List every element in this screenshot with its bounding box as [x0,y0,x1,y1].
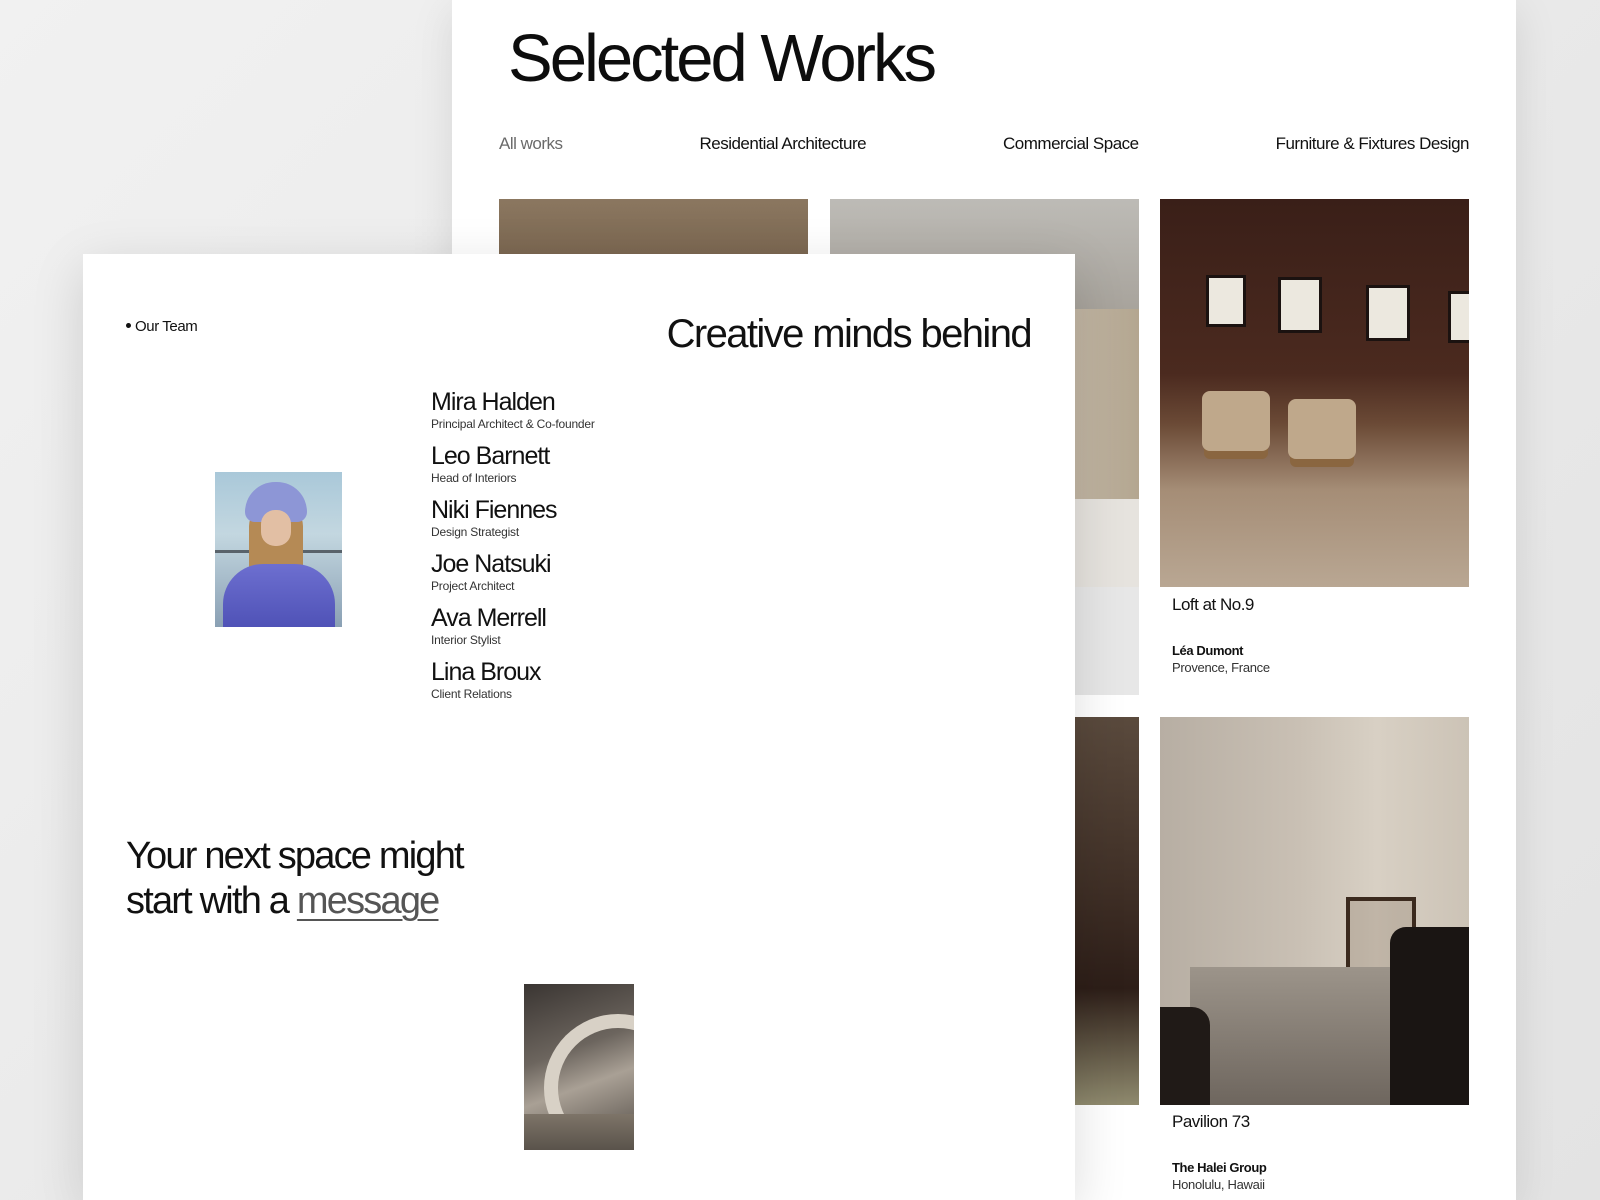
portrait-coat [223,564,335,627]
project-client: The Halei Group [1172,1160,1267,1175]
team-member[interactable]: Joe Natsuki Project Architect [431,550,595,594]
wall-frame [1366,285,1410,341]
armchair [1288,399,1356,459]
project-location: Honolulu, Hawaii [1172,1177,1265,1192]
filter-all-works[interactable]: All works [499,134,563,154]
team-member[interactable]: Mira Halden Principal Architect & Co-fou… [431,388,595,432]
section-label-text: Our Team [135,318,198,335]
member-role: Design Strategist [431,525,519,539]
member-name: Joe Natsuki [431,550,552,578]
project-meta: Loft at No.9 Léa Dumont Provence, France [1172,595,1472,675]
member-role: Principal Architect & Co-founder [431,417,595,431]
member-name: Mira Halden [431,388,556,416]
team-member[interactable]: Lina Broux Client Relations [431,658,595,702]
portrait-face [261,510,291,546]
our-team-panel: Our Team Creative minds behind Mira Hald… [83,254,1075,1200]
team-member-list: Mira Halden Principal Architect & Co-fou… [431,388,595,712]
wall-frame [1448,291,1469,343]
team-member[interactable]: Niki Fiennes Design Strategist [431,496,595,540]
member-role: Head of Interiors [431,471,517,485]
project-title[interactable]: Pavilion 73 [1172,1112,1472,1132]
project-meta: Pavilion 73 The Halei Group Honolulu, Ha… [1172,1112,1472,1192]
works-filter-bar: All works Residential Architecture Comme… [499,134,1469,154]
project-title[interactable]: Loft at No.9 [1172,595,1472,615]
filter-furniture-fixtures-design[interactable]: Furniture & Fixtures Design [1276,134,1470,154]
team-member[interactable]: Leo Barnett Head of Interiors [431,442,595,486]
works-title: Selected Works [508,21,937,96]
cta-line-2-prefix: start with a [126,880,297,922]
project-image-loft[interactable] [1160,199,1469,587]
bed-detail [1070,499,1139,587]
team-heading: Creative minds behind [666,312,1033,356]
member-name: Leo Barnett [431,442,550,470]
cta-line-1: Your next space might [126,835,465,877]
stair-floor [524,1114,634,1150]
sofa-detail [1390,927,1469,1105]
wall-frame [1278,277,1322,333]
member-name: Niki Fiennes [431,496,558,524]
filter-commercial-space[interactable]: Commercial Space [1003,134,1139,154]
project-location: Provence, France [1172,660,1270,675]
staircase-image [524,984,634,1150]
armchair [1202,391,1270,451]
contact-cta: Your next space might start with a messa… [126,834,465,924]
sofa-detail [1160,1007,1210,1105]
wall-frame [1206,275,1246,327]
message-link[interactable]: message [297,880,440,922]
filter-residential-architecture[interactable]: Residential Architecture [699,134,866,154]
section-label: Our Team [126,318,198,335]
member-role: Project Architect [431,579,515,593]
table-detail [1190,967,1390,1105]
project-client: Léa Dumont [1172,643,1244,658]
member-name: Lina Broux [431,658,542,686]
project-image-pavilion[interactable] [1160,717,1469,1105]
member-name: Ava Merrell [431,604,547,632]
team-member-portrait [215,472,342,627]
member-role: Client Relations [431,687,512,701]
team-member[interactable]: Ava Merrell Interior Stylist [431,604,595,648]
bullet-dot-icon [126,322,131,328]
member-role: Interior Stylist [431,633,501,647]
project-image[interactable] [499,199,808,259]
